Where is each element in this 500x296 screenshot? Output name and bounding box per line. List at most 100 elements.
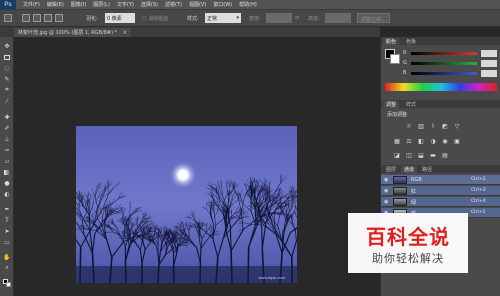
channel-row-green[interactable]: ◉ 绿 Ctrl+4 [381, 197, 500, 207]
chevron-down-icon: ▾ [236, 15, 239, 21]
color-slider-b[interactable]: B [403, 70, 499, 77]
bw-icon[interactable]: ◑ [429, 138, 437, 145]
levels-icon[interactable]: ▥ [417, 123, 425, 130]
menu-type[interactable]: 文字(Y) [117, 1, 134, 8]
tab-channels[interactable]: 通道 [401, 166, 418, 173]
blur-tool-icon[interactable]: ● [3, 179, 11, 187]
r-slider-track[interactable] [411, 52, 477, 55]
crop-tool-icon[interactable]: ⌗ [3, 86, 11, 94]
color-balance-icon[interactable]: ◧ [417, 138, 425, 145]
document-canvas[interactable]: www.nipic.com [76, 126, 297, 283]
channel-row-rgb[interactable]: ◉ RGB Ctrl+2 [381, 175, 500, 185]
brightness-icon[interactable]: ☼ [405, 123, 413, 130]
eyedropper-tool-icon[interactable]: ⁄ [3, 97, 11, 105]
clone-stamp-icon[interactable]: ⊥ [3, 135, 11, 143]
swap-icon[interactable]: ⇄ [295, 15, 299, 21]
channel-name: 绿 [411, 200, 417, 206]
color-swatches-icon[interactable] [3, 279, 11, 287]
pen-tool-icon[interactable]: ✒ [3, 205, 11, 213]
style-select[interactable]: 正常 ▾ [205, 13, 241, 23]
g-slider-track[interactable] [411, 62, 477, 65]
tab-paths[interactable]: 路径 [419, 166, 435, 173]
hand-tool-icon[interactable]: ✋ [3, 253, 11, 261]
refine-edge-button[interactable]: 调整边缘... [357, 13, 390, 23]
b-slider-track[interactable] [411, 72, 477, 75]
posterize-icon[interactable]: ◫ [405, 152, 413, 159]
tab-adjustments[interactable]: 调整 [383, 101, 400, 108]
winter-trees-photo [76, 126, 297, 283]
r-value-field[interactable] [481, 50, 497, 57]
color-spectrum-ramp[interactable] [385, 83, 497, 91]
marquee-preset-icon[interactable] [4, 14, 12, 22]
vibrance-icon[interactable]: ▦ [393, 138, 401, 145]
height-input[interactable] [325, 13, 351, 23]
watermark-subtitle: 助你轻松解决 [372, 252, 444, 265]
tab-swatches[interactable]: 色板 [403, 38, 419, 45]
path-select-icon[interactable]: ➤ [3, 227, 11, 235]
eraser-tool-icon[interactable]: ▱ [3, 157, 11, 165]
new-selection-icon[interactable] [22, 14, 30, 22]
tab-styles[interactable]: 样式 [403, 101, 419, 108]
eye-icon[interactable]: ◉ [384, 199, 390, 205]
antialias-checkbox[interactable]: ☐ 消除锯齿 [142, 15, 168, 22]
menu-file[interactable]: 文件(F) [23, 1, 40, 8]
channel-thumbnail [393, 176, 407, 184]
document-title: 林絮叶茂.jpg @ 100% (图层 1, RGB/8#) * [18, 30, 118, 36]
subtract-selection-icon[interactable] [44, 14, 52, 22]
menu-help[interactable]: 帮助(H) [239, 1, 257, 8]
tab-layers[interactable]: 图层 [383, 166, 399, 173]
width-input[interactable] [266, 13, 292, 23]
channel-mixer-icon[interactable]: ▣ [453, 138, 461, 145]
menu-filter[interactable]: 滤镜(T) [165, 1, 182, 8]
color-panel-header: 颜色 色板 [381, 37, 500, 45]
intersect-selection-icon[interactable] [55, 14, 63, 22]
eye-icon[interactable]: ◉ [384, 188, 390, 194]
menu-select[interactable]: 选择(S) [141, 1, 158, 8]
g-value-field[interactable] [481, 60, 497, 67]
feather-input[interactable]: 0 像素 [105, 13, 135, 23]
lasso-tool-icon[interactable]: ◌ [3, 64, 11, 72]
type-tool-icon[interactable]: T [3, 216, 11, 224]
move-tool-icon[interactable]: ✥ [3, 42, 11, 50]
menu-view[interactable]: 视图(V) [189, 1, 206, 8]
threshold-icon[interactable]: ⬓ [417, 152, 425, 159]
menu-image[interactable]: 图像(I) [71, 1, 86, 8]
invert-icon[interactable]: ◪ [393, 152, 401, 159]
background-color-swatch[interactable] [390, 54, 400, 64]
exposure-icon[interactable]: ◩ [441, 123, 449, 130]
channel-shortcut: Ctrl+3 [471, 188, 486, 193]
curves-icon[interactable]: ⌇ [429, 123, 437, 130]
channel-thumbnail [393, 198, 407, 206]
history-brush-icon[interactable]: ✑ [3, 146, 11, 154]
vibrance-triangle-icon[interactable]: ▽ [453, 123, 461, 130]
marquee-tool-icon[interactable] [3, 53, 11, 61]
gradient-map-icon[interactable]: ▬ [429, 152, 437, 159]
color-slider-r[interactable]: R [403, 50, 499, 57]
add-selection-icon[interactable] [33, 14, 41, 22]
document-tab[interactable]: 林絮叶茂.jpg @ 100% (图层 1, RGB/8#) * × [14, 28, 131, 37]
tab-color[interactable]: 颜色 [383, 38, 400, 45]
b-value-field[interactable] [481, 70, 497, 77]
photo-filter-icon[interactable]: ◉ [441, 138, 449, 145]
zoom-tool-icon[interactable]: ⌕ [3, 264, 11, 272]
shape-tool-icon[interactable]: ▭ [3, 238, 11, 246]
healing-brush-icon[interactable]: ✚ [3, 113, 11, 121]
brush-tool-icon[interactable]: ✐ [3, 124, 11, 132]
menu-window[interactable]: 窗口(W) [213, 1, 232, 8]
menu-edit[interactable]: 编辑(E) [47, 1, 64, 8]
options-bar: 羽化: 0 像素 ☐ 消除锯齿 样式: 正常 ▾ 宽度: ⇄ 高度: 调整边缘..… [0, 10, 500, 27]
antialias-label: 消除锯齿 [148, 16, 169, 22]
watermark-logo: 百科全说 助你轻松解决 [348, 213, 468, 273]
b-label: B [403, 70, 407, 76]
selective-color-icon[interactable]: ▤ [441, 152, 449, 159]
menu-layer[interactable]: 图层(L) [93, 1, 110, 8]
gradient-tool-icon[interactable] [3, 168, 11, 176]
hue-icon[interactable]: ⚖ [405, 138, 413, 145]
close-icon[interactable]: × [123, 30, 127, 36]
dodge-tool-icon[interactable]: ◐ [3, 190, 11, 198]
feather-label: 羽化: [86, 16, 98, 22]
color-slider-g[interactable]: G [403, 60, 499, 67]
quick-select-tool-icon[interactable]: ✎ [3, 75, 11, 83]
channel-row-red[interactable]: ◉ 红 Ctrl+3 [381, 186, 500, 196]
eye-icon[interactable]: ◉ [384, 177, 390, 183]
